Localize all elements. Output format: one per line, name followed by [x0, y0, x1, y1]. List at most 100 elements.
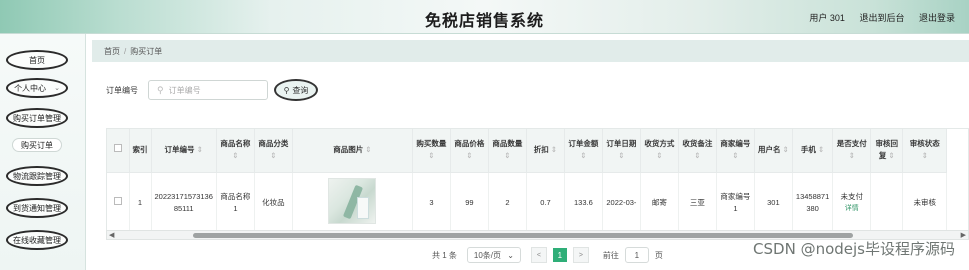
sort-icon[interactable]: ⇕ — [694, 151, 700, 160]
watermark: CSDN @nodejs毕设程序源码 — [753, 240, 955, 258]
cell-date: 2022-03- — [602, 172, 641, 233]
column-header[interactable]: 用户名 ⇕ — [754, 129, 793, 173]
scroll-right-icon[interactable]: ▶ — [961, 231, 966, 239]
product-image[interactable] — [328, 177, 377, 224]
sidebar-item-label: 在线收藏管理 — [13, 235, 61, 245]
sort-icon[interactable]: ⇕ — [580, 151, 586, 160]
column-header[interactable]: 商品分类 ⇕ — [254, 129, 293, 173]
goto-label: 前往 — [602, 250, 619, 260]
chevron-down-icon: ⌄ — [54, 85, 60, 92]
select-all-cell[interactable] — [107, 129, 130, 173]
paid-detail-link[interactable]: 详情 — [836, 203, 867, 215]
column-header[interactable]: 商品图片 ⇕ — [292, 129, 413, 173]
sidebar-item-logistics[interactable]: 物流跟踪管理 — [6, 166, 68, 186]
sort-icon[interactable]: ⇕ — [818, 145, 824, 154]
sidebar-item-label: 购买订单管理 — [13, 113, 61, 123]
logout-link[interactable]: 退出登录 — [919, 13, 955, 23]
next-page-button[interactable]: > — [572, 247, 589, 263]
sort-icon[interactable]: ⇕ — [466, 151, 472, 160]
sidebar-item-arrival-notice[interactable]: 到货通知管理 — [6, 198, 68, 218]
breadcrumb-separator: / — [124, 47, 127, 56]
sort-icon[interactable]: ⇕ — [888, 151, 894, 160]
orders-table: 索引 订单编号 ⇕ 商品名称 ⇕ 商品分类 ⇕ 商品图片 ⇕ 购买数量 ⇕ 商品… — [106, 128, 969, 240]
sort-icon[interactable]: ⇕ — [551, 145, 557, 154]
search-button[interactable]: ⚲ 查询 — [274, 79, 318, 101]
back-to-admin-link[interactable]: 退出到后台 — [859, 13, 904, 23]
header: 免税店销售系统 用户 301 退出到后台 退出登录 — [0, 0, 969, 34]
sidebar-item-order-management[interactable]: 购买订单管理 — [6, 108, 68, 128]
breadcrumb-home[interactable]: 首页 — [104, 47, 120, 56]
cell-status: 未审核 — [902, 172, 948, 233]
column-header[interactable]: 订单日期 ⇕ — [602, 129, 641, 173]
column-header[interactable]: 商家编号 ⇕ — [716, 129, 755, 173]
column-header[interactable]: 手机 ⇕ — [792, 129, 834, 173]
goto-suffix: 页 — [654, 250, 663, 260]
cell-user: 301 — [754, 172, 793, 233]
column-header[interactable]: 商品价格 ⇕ — [450, 129, 489, 173]
breadcrumb: 首页 / 购买订单 — [92, 40, 969, 62]
column-header[interactable]: 商品数量 ⇕ — [488, 129, 527, 173]
sort-icon[interactable]: ⇕ — [849, 151, 855, 160]
sort-icon[interactable]: ⇕ — [783, 145, 789, 154]
table-header-row: 索引 订单编号 ⇕ 商品名称 ⇕ 商品分类 ⇕ 商品图片 ⇕ 购买数量 ⇕ 商品… — [107, 129, 948, 173]
chevron-right-icon: > — [578, 251, 583, 259]
header-actions: 用户 301 退出到后台 退出登录 — [797, 11, 955, 24]
column-header[interactable]: 商品名称 ⇕ — [216, 129, 255, 173]
column-header[interactable]: 订单金额 ⇕ — [564, 129, 603, 173]
column-header[interactable]: 审核回复 ⇕ — [870, 129, 904, 173]
column-header[interactable]: 审核状态 ⇕ — [902, 129, 948, 173]
page-number-current[interactable]: 1 — [552, 248, 567, 262]
sort-icon[interactable]: ⇕ — [656, 151, 662, 160]
sidebar-subitem-orders[interactable]: 购买订单 — [12, 138, 62, 152]
cell-index: 1 — [129, 172, 152, 233]
cell-category: 化妆品 — [254, 172, 293, 233]
goto-page-input[interactable]: 1 — [624, 247, 649, 263]
column-header[interactable]: 收货备注 ⇕ — [678, 129, 717, 173]
column-header[interactable]: 折扣 ⇕ — [526, 129, 565, 173]
page-size-value: 10条/页 — [473, 250, 502, 260]
row-select-cell[interactable] — [107, 172, 130, 233]
sidebar-item-personal-center[interactable]: 个人中心 ⌄ — [6, 78, 68, 98]
user-label: 用户 301 — [809, 13, 845, 23]
sort-icon[interactable]: ⇕ — [197, 145, 203, 154]
main-content: 首页 / 购买订单 订单编号 ⚲ 订单编号 ⚲ 查询 索引 订单编号 ⇕ 商品名… — [92, 40, 969, 270]
sidebar: 首页 个人中心 ⌄ 购买订单管理 购买订单 物流跟踪管理 到货通知管理 在线收藏… — [0, 34, 86, 270]
cell-shipping: 邮寄 — [640, 172, 679, 233]
cell-phone: 13458871 380 — [792, 172, 834, 233]
search-placeholder: 订单编号 — [168, 85, 201, 95]
sort-icon[interactable]: ⇕ — [232, 151, 238, 160]
sort-icon[interactable]: ⇕ — [922, 151, 928, 160]
cell-product-image — [292, 172, 413, 233]
sidebar-item-label: 物流跟踪管理 — [13, 171, 61, 181]
sort-icon[interactable]: ⇕ — [618, 151, 624, 160]
cell-qty: 3 — [412, 172, 451, 233]
search-icon: ⚲ — [157, 84, 164, 95]
column-header[interactable]: 收货方式 ⇕ — [640, 129, 679, 173]
cell-discount: 0.7 — [526, 172, 565, 233]
column-header[interactable]: 购买数量 ⇕ — [412, 129, 451, 173]
sort-icon[interactable]: ⇕ — [365, 145, 371, 154]
sort-icon[interactable]: ⇕ — [270, 151, 276, 160]
breadcrumb-current: 购买订单 — [130, 47, 163, 56]
page-size-select[interactable]: 10条/页 ⌄ — [466, 247, 521, 263]
sort-icon[interactable]: ⇕ — [428, 151, 434, 160]
sidebar-item-label: 到货通知管理 — [13, 203, 61, 213]
sidebar-item-home[interactable]: 首页 — [6, 50, 68, 70]
cell-paid: 未支付 详情 — [832, 172, 872, 233]
sort-icon[interactable]: ⇕ — [732, 151, 738, 160]
table-row: 1 20223171573136 85111 商品名称1 化妆品 3 99 2 … — [107, 172, 948, 233]
column-header[interactable]: 是否支付 ⇕ — [832, 129, 872, 173]
cell-note: 三亚 — [678, 172, 717, 233]
sidebar-item-favorites[interactable]: 在线收藏管理 — [6, 230, 68, 250]
sort-icon[interactable]: ⇕ — [504, 151, 510, 160]
prev-page-button[interactable]: < — [530, 247, 547, 263]
row-checkbox[interactable] — [113, 196, 122, 205]
cell-reply — [870, 172, 904, 233]
search-input[interactable]: ⚲ 订单编号 — [148, 80, 268, 100]
pagination-total: 共 1 条 — [432, 250, 457, 260]
scroll-left-icon[interactable]: ◀ — [109, 231, 114, 239]
column-header[interactable]: 订单编号 ⇕ — [151, 129, 217, 173]
search-icon: ⚲ — [283, 85, 290, 95]
cell-count: 2 — [488, 172, 527, 233]
select-all-checkbox[interactable] — [113, 144, 122, 153]
